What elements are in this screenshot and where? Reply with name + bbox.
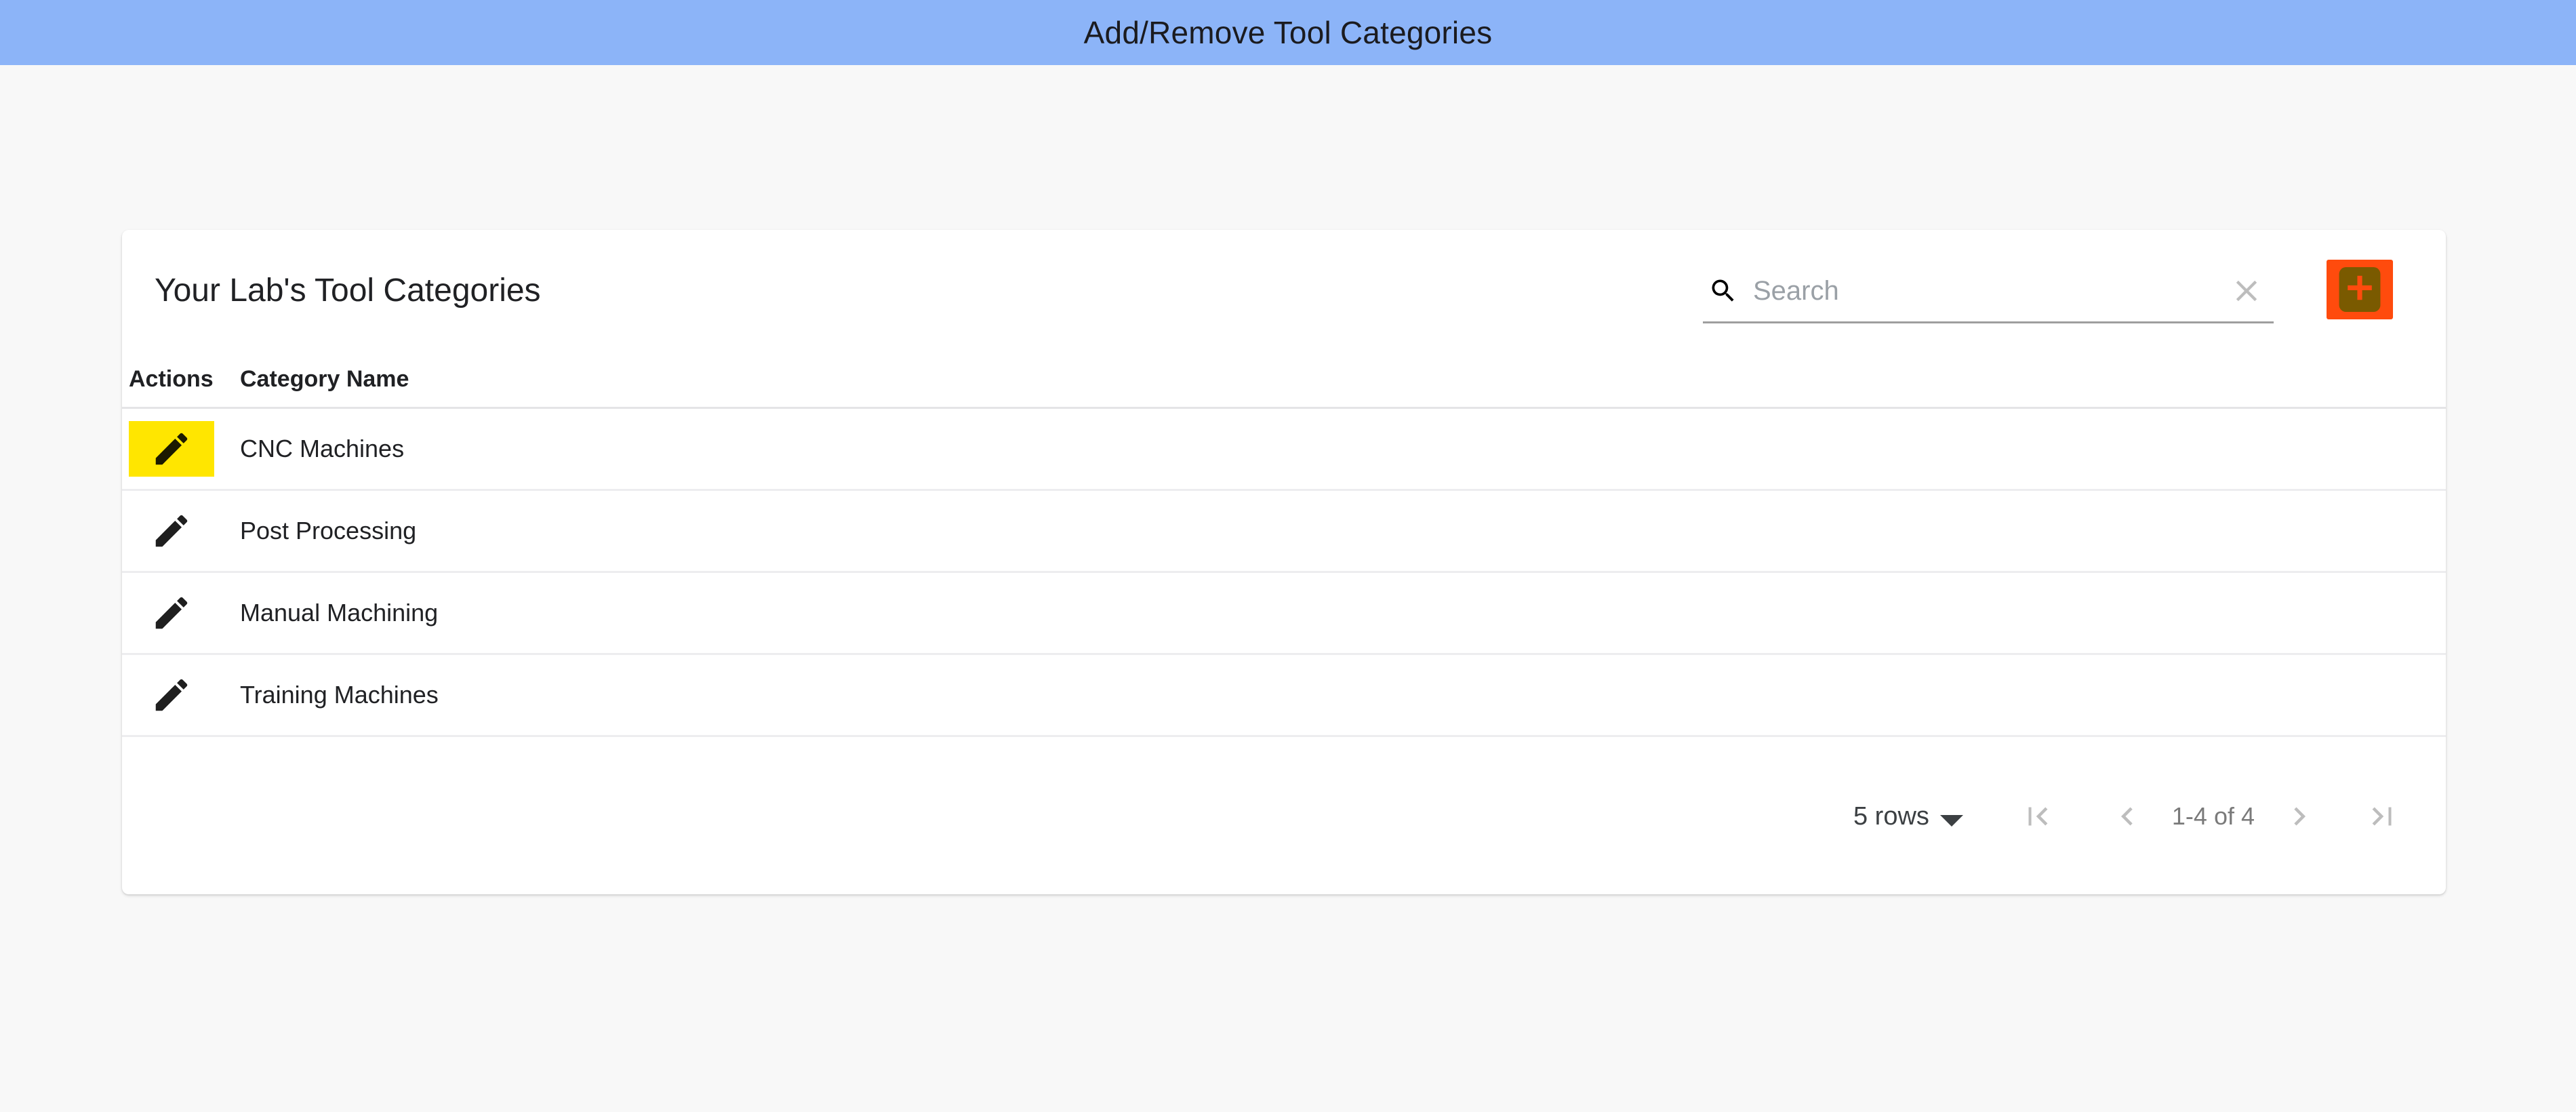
card-title: Your Lab's Tool Categories xyxy=(155,273,541,309)
next-page-button[interactable] xyxy=(2267,784,2332,849)
chevron-down-icon xyxy=(1939,814,1963,827)
edit-pencil-icon xyxy=(155,679,188,711)
cell-category-name: CNC Machines xyxy=(240,435,405,462)
card-header: Your Lab's Tool Categories xyxy=(122,230,2446,352)
cell-category-name: Training Machines xyxy=(240,681,439,709)
rows-per-page-select[interactable]: 5 rows xyxy=(1853,802,1963,831)
pagination-controls: 1-4 of 4 xyxy=(2005,784,2415,849)
edit-pencil-icon xyxy=(155,597,188,629)
last-page-button[interactable] xyxy=(2350,784,2415,849)
plus-icon xyxy=(2339,267,2381,312)
edit-category-button[interactable] xyxy=(129,503,214,559)
table-row[interactable]: Post Processing xyxy=(122,491,2446,573)
close-icon[interactable] xyxy=(2229,273,2264,309)
tool-categories-card: Your Lab's Tool Categories Acti xyxy=(122,230,2446,894)
app-banner: Add/Remove Tool Categories xyxy=(0,0,2576,65)
edit-pencil-icon xyxy=(155,433,188,465)
last-page-icon xyxy=(2372,807,2392,826)
edit-pencil-icon xyxy=(155,515,188,547)
pagination-range-label: 1-4 of 4 xyxy=(2171,802,2255,830)
cell-category-name: Post Processing xyxy=(240,517,417,544)
page-title: Add/Remove Tool Categories xyxy=(1083,15,1493,50)
first-page-button[interactable] xyxy=(2005,784,2070,849)
row-actions-cell xyxy=(122,667,237,723)
chevron-right-icon xyxy=(2294,807,2306,826)
table-footer: 5 rows 1-4 of 4 xyxy=(122,738,2446,894)
table-header-row: Actions Category Name xyxy=(122,352,2446,409)
search-input[interactable] xyxy=(1753,271,2229,311)
column-header-category-name: Category Name xyxy=(240,366,409,392)
first-page-icon xyxy=(2028,807,2048,826)
categories-table: Actions Category Name CNC Machines Post … xyxy=(122,352,2446,737)
table-row[interactable]: Training Machines xyxy=(122,655,2446,737)
rows-per-page-label: 5 rows xyxy=(1853,801,1929,831)
row-actions-cell xyxy=(122,585,237,641)
add-category-button[interactable] xyxy=(2327,260,2393,319)
previous-page-button[interactable] xyxy=(2095,784,2160,849)
cell-category-name: Manual Machining xyxy=(240,599,439,627)
table-row[interactable]: Manual Machining xyxy=(122,573,2446,655)
page-surface: Your Lab's Tool Categories Acti xyxy=(0,65,2576,1112)
column-header-actions: Actions xyxy=(129,366,214,392)
row-actions-cell xyxy=(122,421,237,477)
edit-category-button[interactable] xyxy=(129,421,214,477)
edit-category-button[interactable] xyxy=(129,585,214,641)
chevron-left-icon xyxy=(2120,807,2133,826)
table-row[interactable]: CNC Machines xyxy=(122,409,2446,491)
edit-category-button[interactable] xyxy=(129,667,214,723)
row-actions-cell xyxy=(122,503,237,559)
search-field[interactable] xyxy=(1703,260,2274,323)
search-icon xyxy=(1712,279,1734,302)
